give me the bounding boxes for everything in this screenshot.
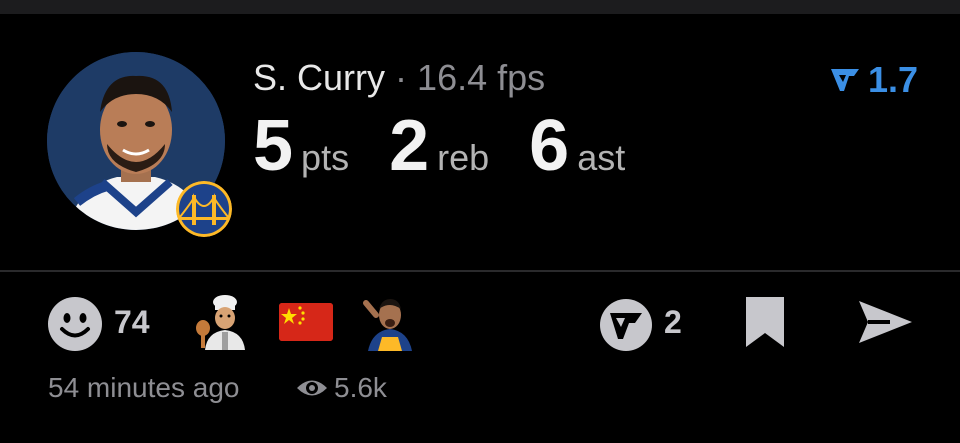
send-icon	[859, 301, 912, 343]
bookmark-button[interactable]	[744, 295, 786, 354]
rating-score-value: 1.7	[868, 59, 919, 100]
player-reaction-icon	[363, 299, 412, 351]
rebounds-label: reb	[437, 137, 490, 178]
chef-icon	[196, 295, 245, 350]
view-count-value: 5.6k	[334, 372, 387, 403]
vote-count: 2	[664, 304, 682, 340]
rating-logo-icon	[831, 69, 859, 91]
view-count: 5.6k	[296, 372, 387, 404]
timestamp: 54 minutes ago	[48, 372, 240, 403]
stat-line: 5 pts 2 reb 6 ast	[253, 108, 625, 184]
top-bar	[0, 0, 960, 14]
rebounds-value: 2	[389, 106, 430, 186]
divider	[0, 270, 960, 272]
smile-reaction-count: 74	[114, 304, 150, 340]
chef-reaction[interactable]	[191, 294, 251, 355]
bookmark-icon	[746, 297, 784, 347]
smile-icon	[48, 297, 102, 351]
smile-reaction-button[interactable]	[47, 296, 103, 357]
player-header: S. Curry · 16.4 fps	[253, 58, 545, 98]
player-reaction[interactable]	[362, 293, 418, 356]
eye-icon	[297, 380, 327, 396]
assists-value: 6	[529, 106, 570, 186]
separator-dot: ·	[395, 57, 408, 98]
rating-score[interactable]: 1.7	[830, 59, 919, 100]
share-button[interactable]	[856, 298, 914, 351]
china-flag-icon[interactable]	[279, 303, 333, 341]
fps-value: 16.4 fps	[417, 57, 546, 98]
points-label: pts	[301, 137, 350, 178]
vote-logo-icon	[600, 299, 652, 351]
points-value: 5	[253, 106, 294, 186]
assists-label: ast	[577, 137, 626, 178]
team-logo-icon	[176, 181, 232, 237]
player-name[interactable]: S. Curry	[253, 57, 385, 98]
vote-button[interactable]	[599, 298, 653, 357]
